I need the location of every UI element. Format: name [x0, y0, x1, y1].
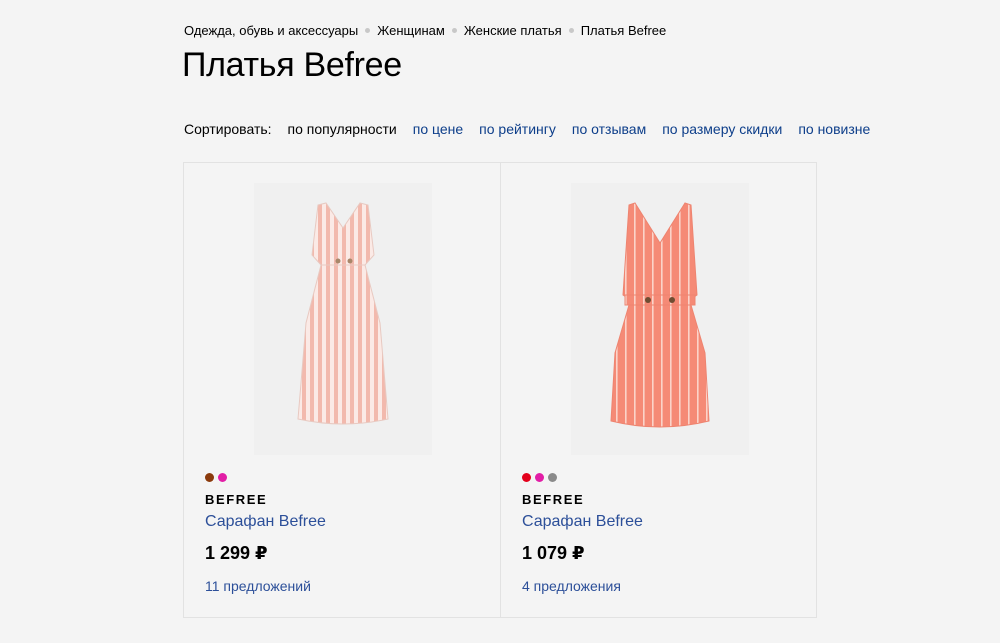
breadcrumb-item-current: Платья Befree: [580, 23, 667, 38]
color-swatch[interactable]: [522, 473, 531, 482]
product-card[interactable]: BEFREE Сарафан Befree 1 299 ₽ 11 предлож…: [184, 163, 500, 617]
color-swatch[interactable]: [535, 473, 544, 482]
sort-bar: Сортировать: по популярности по цене по …: [184, 121, 886, 137]
sort-option-newest[interactable]: по новизне: [798, 121, 870, 137]
striped-pinafore-dress-image[interactable]: [571, 183, 749, 455]
product-price: 1 299 ₽: [205, 543, 268, 563]
breadcrumb-item-clothing[interactable]: Одежда, обувь и аксессуары: [184, 23, 358, 38]
sort-option-popularity[interactable]: по популярности: [288, 121, 397, 137]
color-swatches: [522, 473, 561, 482]
sort-label: Сортировать:: [184, 121, 272, 137]
color-swatch[interactable]: [218, 473, 227, 482]
product-grid: BEFREE Сарафан Befree 1 299 ₽ 11 предлож…: [183, 162, 817, 618]
sort-option-reviews[interactable]: по отзывам: [572, 121, 646, 137]
sort-option-price[interactable]: по цене: [413, 121, 463, 137]
breadcrumb-separator: [568, 28, 574, 33]
breadcrumb: Одежда, обувь и аксессуары Женщинам Женс…: [184, 23, 666, 38]
sort-option-rating[interactable]: по рейтингу: [479, 121, 556, 137]
product-brand: BEFREE: [205, 492, 268, 507]
product-price: 1 079 ₽: [522, 543, 585, 563]
color-swatch[interactable]: [548, 473, 557, 482]
product-offers-link[interactable]: 11 предложений: [205, 578, 311, 594]
color-swatches: [205, 473, 231, 482]
product-offers-link[interactable]: 4 предложения: [522, 578, 621, 594]
breadcrumb-separator: [365, 28, 371, 33]
product-brand: BEFREE: [522, 492, 585, 507]
product-name-link[interactable]: Сарафан Befree: [522, 513, 643, 531]
breadcrumb-separator: [451, 28, 457, 33]
product-card[interactable]: BEFREE Сарафан Befree 1 079 ₽ 4 предложе…: [500, 163, 816, 617]
page-title: Платья Befree: [182, 46, 402, 84]
sort-option-discount[interactable]: по размеру скидки: [662, 121, 782, 137]
breadcrumb-item-dresses[interactable]: Женские платья: [464, 23, 562, 38]
color-swatch[interactable]: [205, 473, 214, 482]
product-name-link[interactable]: Сарафан Befree: [205, 513, 326, 531]
striped-midi-dress-image[interactable]: [254, 183, 432, 455]
breadcrumb-item-women[interactable]: Женщинам: [377, 23, 445, 38]
